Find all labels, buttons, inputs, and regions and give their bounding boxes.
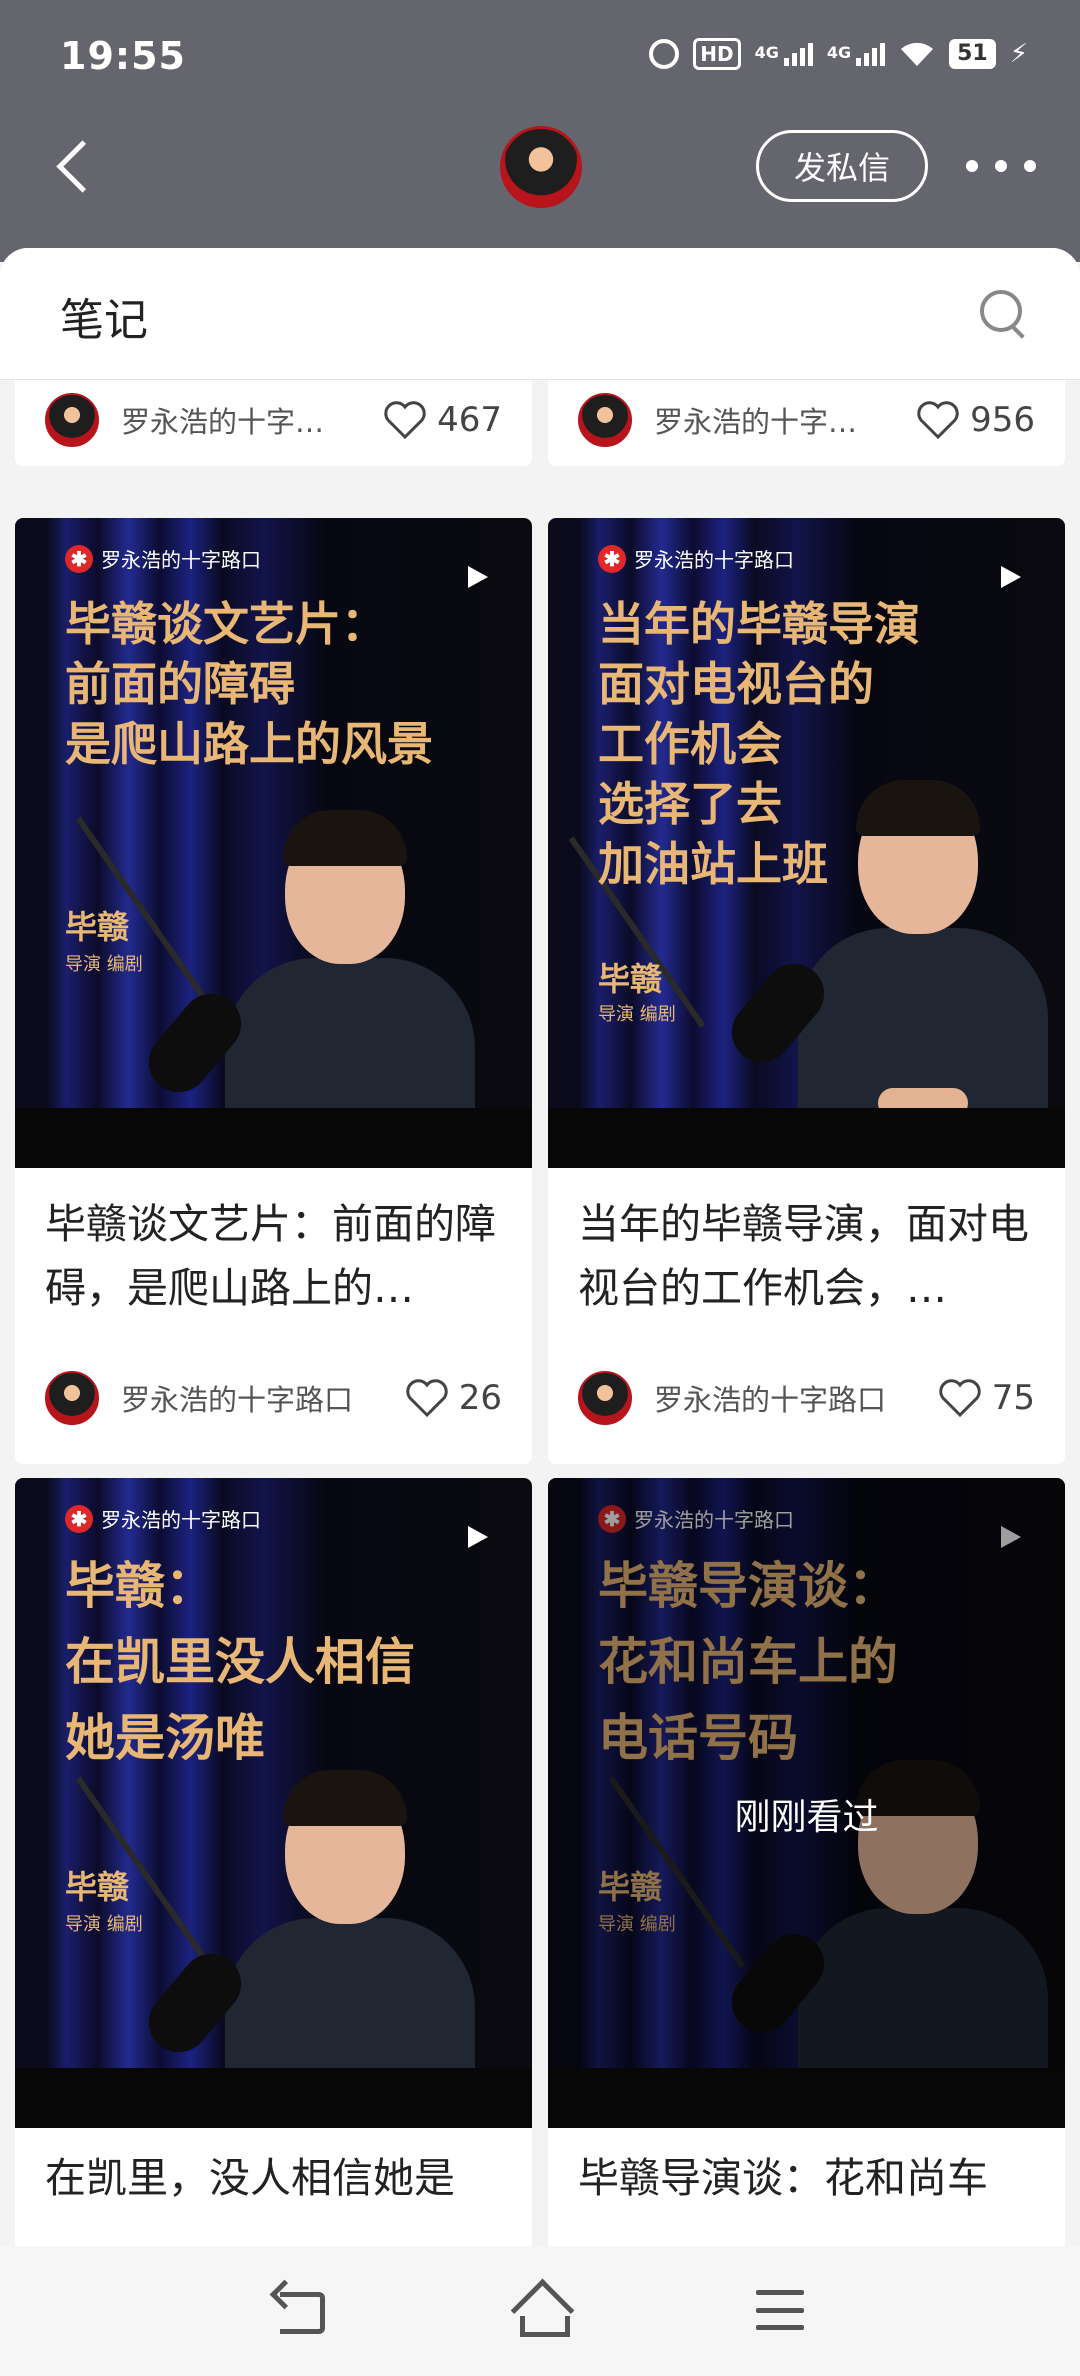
author-avatar (578, 393, 632, 447)
alarm-icon (649, 39, 680, 69)
card-meta: 罗永浩的十字… 956 (548, 380, 1065, 460)
guest-name: 毕赣 (65, 908, 130, 946)
hd-icon: HD (693, 38, 741, 70)
author-avatar (45, 393, 99, 447)
brand-logo-icon: ✱ (65, 544, 93, 573)
like-button[interactable]: 26 (405, 1378, 502, 1418)
note-card[interactable]: 罗永浩的十字… 467 (15, 380, 532, 466)
note-title: 当年的毕赣导演，面对电视台的工作机会，… (578, 1200, 1029, 1312)
network-type-label: 4G (826, 42, 852, 62)
video-thumbnail[interactable]: ✱ 罗永浩的十字路口 当年的毕赣导演 面对电视台的 工作机会 选择了去 加油站上… (548, 518, 1065, 1168)
nav-menu-icon[interactable] (750, 2282, 810, 2338)
charging-icon: ⚡ (1009, 39, 1028, 69)
author-avatar (45, 1371, 99, 1425)
channel-brand: ✱ 罗永浩的十字路口 (65, 544, 261, 573)
channel-brand: ✱ 罗永浩的十字路口 (598, 544, 794, 573)
note-title: 毕赣谈文艺片：前面的障碍，是爬山路上的… (45, 1200, 496, 1312)
note-card[interactable]: ✱ 罗永浩的十字路口 毕赣谈文艺片： 前面的障碍 是爬山路上的风景 毕赣 导演 … (15, 518, 532, 1464)
nav-back-icon[interactable] (270, 2282, 330, 2338)
signal-icon: 4G (754, 42, 813, 66)
note-card[interactable]: ✱ 罗永浩的十字路口 当年的毕赣导演 面对电视台的 工作机会 选择了去 加油站上… (548, 518, 1065, 1464)
author-name: 罗永浩的十字路口 (121, 1383, 354, 1417)
heart-icon (406, 1379, 448, 1418)
guest-name: 毕赣 (65, 1868, 130, 1906)
system-nav-bar (0, 2246, 1080, 2376)
profile-nav-bar: 发私信 (0, 110, 1080, 230)
play-icon (1001, 566, 1021, 588)
guest-role: 导演 编剧 (598, 1004, 676, 1025)
brand-name: 罗永浩的十字路口 (634, 548, 794, 572)
video-thumbnail[interactable]: ✱ 罗永浩的十字路口 毕赣： 在凯里没人相信 她是汤唯 毕赣 导演 编剧 (15, 1478, 532, 2128)
author-name: 罗永浩的十字… (121, 405, 325, 439)
like-count: 467 (437, 400, 502, 440)
guest-photo (225, 810, 475, 1168)
like-count: 956 (970, 400, 1035, 440)
guest-name: 毕赣 (598, 960, 663, 998)
wifi-icon (901, 42, 934, 66)
avatar[interactable] (500, 126, 582, 208)
guest-role: 导演 编剧 (65, 954, 143, 975)
like-count: 75 (991, 1378, 1035, 1418)
battery-icon: 51 (949, 39, 996, 69)
thumbnail-headline: 毕赣谈文艺片： 前面的障碍 是爬山路上的风景 (65, 597, 433, 771)
recently-viewed-label: 刚刚看过 (734, 1797, 879, 1838)
back-icon[interactable] (40, 134, 100, 206)
author-name: 罗永浩的十字… (654, 405, 858, 439)
video-thumbnail[interactable]: ✱ 罗永浩的十字路口 毕赣导演谈： 花和尚车上的 电话号码 毕赣 导演 编剧 刚… (548, 1478, 1065, 2128)
heart-icon (917, 401, 959, 440)
brand-name: 罗永浩的十字路口 (101, 548, 261, 572)
brand-logo-icon: ✱ (598, 544, 626, 573)
heart-icon (384, 401, 426, 440)
nav-home-icon[interactable] (510, 2282, 570, 2338)
note-title: 在凯里，没人相信她是 (45, 2154, 455, 2202)
section-title: 笔记 (60, 295, 148, 346)
note-title: 毕赣导演谈：花和尚车 (578, 2154, 988, 2202)
note-card[interactable]: ✱ 罗永浩的十字路口 毕赣导演谈： 花和尚车上的 电话号码 毕赣 导演 编剧 刚… (548, 1478, 1065, 2376)
author-name: 罗永浩的十字路口 (654, 1383, 887, 1417)
more-icon[interactable] (966, 146, 1036, 186)
thumbnail-headline: 当年的毕赣导演 面对电视台的 工作机会 选择了去 加油站上班 (598, 597, 920, 891)
like-button[interactable]: 75 (938, 1378, 1035, 1418)
card-meta: 罗永浩的十字… 467 (15, 380, 532, 460)
like-count: 26 (458, 1378, 502, 1418)
send-message-button[interactable]: 发私信 (756, 130, 928, 202)
notes-header: 笔记 (0, 248, 1080, 380)
status-icons: HD 4G 4G 51 ⚡ (649, 38, 1028, 70)
search-icon[interactable] (980, 290, 1028, 338)
guest-photo (225, 1770, 475, 2128)
like-button[interactable]: 956 (916, 400, 1035, 440)
signal-icon: 4G (826, 42, 886, 66)
play-icon (468, 566, 488, 588)
brand-logo-icon: ✱ (65, 1504, 93, 1533)
brand-name: 罗永浩的十字路口 (101, 1508, 261, 1532)
heart-icon (939, 1379, 981, 1418)
status-time: 19:55 (60, 34, 186, 78)
note-card[interactable]: 罗永浩的十字… 956 (548, 380, 1065, 466)
like-button[interactable]: 467 (383, 400, 502, 440)
card-meta: 罗永浩的十字路口 26 (15, 1358, 532, 1438)
channel-brand: ✱ 罗永浩的十字路口 (65, 1504, 261, 1533)
notes-sheet: 笔记 罗永浩的十字… 467 罗永浩的十字… 956 ✱ 罗永浩的十字路口 毕赣… (0, 248, 1080, 2376)
video-thumbnail[interactable]: ✱ 罗永浩的十字路口 毕赣谈文艺片： 前面的障碍 是爬山路上的风景 毕赣 导演 … (15, 518, 532, 1168)
guest-role: 导演 编剧 (65, 1914, 143, 1935)
status-bar: 19:55 HD 4G 4G 51 ⚡ (0, 0, 1080, 110)
profile-header-area: 19:55 HD 4G 4G 51 ⚡ 发私信 (0, 0, 1080, 262)
card-meta: 罗永浩的十字路口 75 (548, 1358, 1065, 1438)
play-icon (468, 1526, 488, 1548)
thumbnail-headline: 毕赣： 在凯里没人相信 她是汤唯 (65, 1557, 415, 1767)
note-card[interactable]: ✱ 罗永浩的十字路口 毕赣： 在凯里没人相信 她是汤唯 毕赣 导演 编剧 在凯里… (15, 1478, 532, 2376)
author-avatar (578, 1371, 632, 1425)
network-type-label: 4G (754, 42, 779, 62)
